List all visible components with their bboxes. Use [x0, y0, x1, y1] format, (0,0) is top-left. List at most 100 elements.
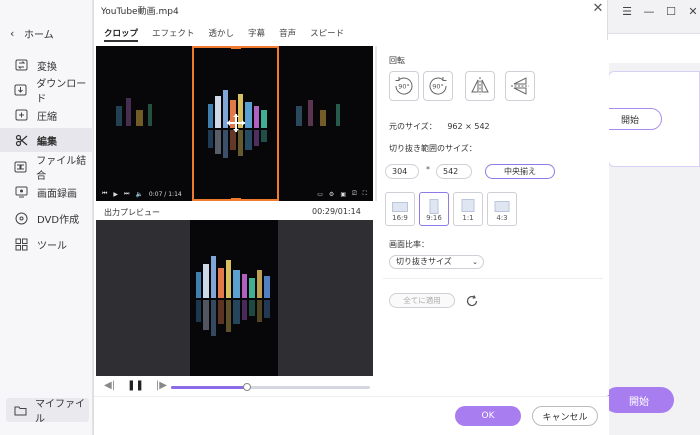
cancel-button[interactable]: キャンセル: [532, 406, 598, 426]
next-frame-icon[interactable]: |▶: [156, 380, 167, 391]
original-size-label: 元のサイズ：: [389, 122, 437, 131]
tab-crop[interactable]: クロップ: [104, 28, 139, 42]
convert-icon: [14, 58, 28, 72]
original-size: 元のサイズ： 962 × 542: [389, 121, 490, 132]
ratio-label: 9:16: [426, 214, 442, 222]
landscape-ratio-icon: [392, 202, 408, 212]
merge-icon: [14, 160, 27, 174]
rotate-left-90-icon: 90°: [395, 77, 413, 95]
preview-time: 00:29/01:14: [312, 207, 361, 216]
dialog-footer: OK キャンセル: [94, 396, 609, 435]
home-label: ホーム: [24, 29, 54, 41]
my-files-label: マイファイル: [35, 399, 85, 425]
embedded-player-controls: ⏮ ▶ ⏭ 🔈 0:07 / 1:14 ▭ ⚙ ▣ ⎚ ⛶: [96, 187, 373, 201]
minimize-icon[interactable]: —: [638, 4, 660, 18]
ratio-9-16-button[interactable]: 9:16: [419, 192, 449, 226]
sidebar-item-tools[interactable]: ツール: [0, 232, 93, 256]
compress-icon: [14, 108, 28, 122]
miniplayer-icon[interactable]: ▣: [340, 191, 346, 198]
pause-icon[interactable]: ❚❚: [127, 380, 144, 391]
download-icon: [14, 83, 27, 97]
rotate-right-button[interactable]: 90°: [423, 71, 453, 101]
city-night-image: [190, 220, 278, 376]
edit-tabs: クロップ エフェクト 透かし 字幕 音声 スピード: [104, 28, 358, 42]
sidebar: ‹ ホーム 変換 ダウンロード 圧縮 編集 ファイル結合 画面録画 DVD作成 …: [0, 0, 93, 435]
playback-slider[interactable]: [171, 383, 370, 391]
tab-audio[interactable]: 音声: [279, 28, 296, 42]
flip-horizontal-icon: [471, 77, 489, 95]
scissors-icon: [14, 133, 28, 147]
skip-back-icon[interactable]: ⏮: [102, 190, 107, 198]
playback-controls: ◀| ❚❚ |▶: [104, 380, 167, 391]
tab-subtitle[interactable]: 字幕: [248, 28, 265, 42]
move-icon[interactable]: [226, 113, 246, 133]
sidebar-item-label: 画面録画: [37, 188, 77, 200]
background-panel: [608, 33, 700, 63]
volume-icon[interactable]: 🔈: [135, 191, 142, 198]
my-files-button[interactable]: マイファイル: [6, 398, 89, 425]
maximize-icon[interactable]: ☐: [660, 4, 682, 18]
menu-icon[interactable]: ☰: [616, 4, 638, 18]
ratio-label: 4:3: [496, 214, 508, 222]
sidebar-item-label: ファイル結合: [36, 156, 87, 182]
rotate-left-button[interactable]: 90°: [389, 71, 419, 101]
sidebar-item-label: 編集: [37, 136, 57, 148]
square-ratio-icon: [461, 199, 475, 212]
sidebar-item-merge[interactable]: ファイル結合: [0, 155, 93, 182]
playback-progress: [171, 386, 247, 389]
crop-handle-top[interactable]: [231, 46, 241, 49]
home-button[interactable]: ‹ ホーム: [10, 25, 54, 41]
portrait-ratio-icon: [429, 199, 439, 214]
sidebar-item-screen-record[interactable]: 画面録画: [0, 180, 93, 204]
cast-icon[interactable]: ⎚: [352, 190, 357, 198]
settings-icon[interactable]: ⚙: [329, 191, 334, 198]
aspect-ratio-value: 切り抜きサイズ: [396, 257, 452, 266]
flip-horizontal-button[interactable]: [465, 71, 495, 101]
close-window-icon[interactable]: ✕: [682, 4, 700, 18]
output-preview: [96, 220, 373, 376]
playback-handle[interactable]: [242, 383, 251, 391]
sidebar-item-label: ダウンロード: [36, 79, 87, 105]
app-window: ‹ ホーム 変換 ダウンロード 圧縮 編集 ファイル結合 画面録画 DVD作成 …: [0, 0, 700, 435]
sidebar-item-label: 変換: [37, 61, 57, 73]
tab-watermark[interactable]: 透かし: [209, 28, 235, 42]
ok-button[interactable]: OK: [455, 406, 521, 426]
tab-effect[interactable]: エフェクト: [152, 28, 195, 42]
center-button[interactable]: 中央揃え: [485, 164, 555, 179]
subtitles-icon[interactable]: ▭: [317, 191, 323, 198]
svg-text:90°: 90°: [432, 83, 444, 91]
sidebar-item-label: DVD作成: [37, 214, 80, 226]
folder-icon: [14, 403, 27, 417]
ratio-16-9-button[interactable]: 16:9: [385, 192, 415, 226]
tools-icon: [14, 237, 28, 251]
crop-height-input[interactable]: 542: [436, 164, 472, 179]
sidebar-item-dvd[interactable]: DVD作成: [0, 206, 93, 230]
cropped-preview-frame: [190, 220, 278, 376]
close-icon[interactable]: ✕: [591, 2, 605, 16]
original-size-value: 962 × 542: [447, 122, 490, 131]
background-start-all-button[interactable]: 開始: [604, 387, 674, 413]
sidebar-item-edit[interactable]: 編集: [0, 128, 93, 152]
reset-icon[interactable]: [465, 294, 479, 308]
apply-to-all-button[interactable]: 全てに適用: [389, 293, 455, 308]
ratio-1-1-button[interactable]: 1:1: [453, 192, 483, 226]
ratio-4-3-button[interactable]: 4:3: [487, 192, 517, 226]
previous-frame-icon[interactable]: ◀|: [104, 380, 115, 391]
play-icon[interactable]: ▶: [113, 191, 118, 198]
window-controls: ☰ — ☐ ✕: [616, 4, 700, 18]
preview-label: 出力プレビュー: [104, 208, 160, 217]
ratio-label: 1:1: [462, 214, 474, 222]
sidebar-item-download[interactable]: ダウンロード: [0, 78, 93, 105]
sidebar-item-label: ツール: [37, 240, 67, 252]
ratio-label: 16:9: [392, 214, 408, 222]
flip-vertical-button[interactable]: [505, 71, 535, 101]
edit-dialog: YouTube動画.mp4 ✕ クロップ エフェクト 透かし 字幕 音声 スピー…: [93, 0, 609, 435]
tab-speed[interactable]: スピード: [310, 28, 344, 42]
sidebar-item-convert[interactable]: 変換: [0, 53, 93, 77]
sidebar-item-compress[interactable]: 圧縮: [0, 103, 93, 127]
aspect-ratio-label: 画面比率：: [389, 240, 429, 249]
skip-forward-icon[interactable]: ⏭: [124, 190, 129, 198]
fullscreen-icon[interactable]: ⛶: [363, 190, 367, 198]
crop-width-input[interactable]: 304: [385, 164, 419, 179]
aspect-ratio-select[interactable]: 切り抜きサイズ ⌄: [389, 255, 484, 269]
